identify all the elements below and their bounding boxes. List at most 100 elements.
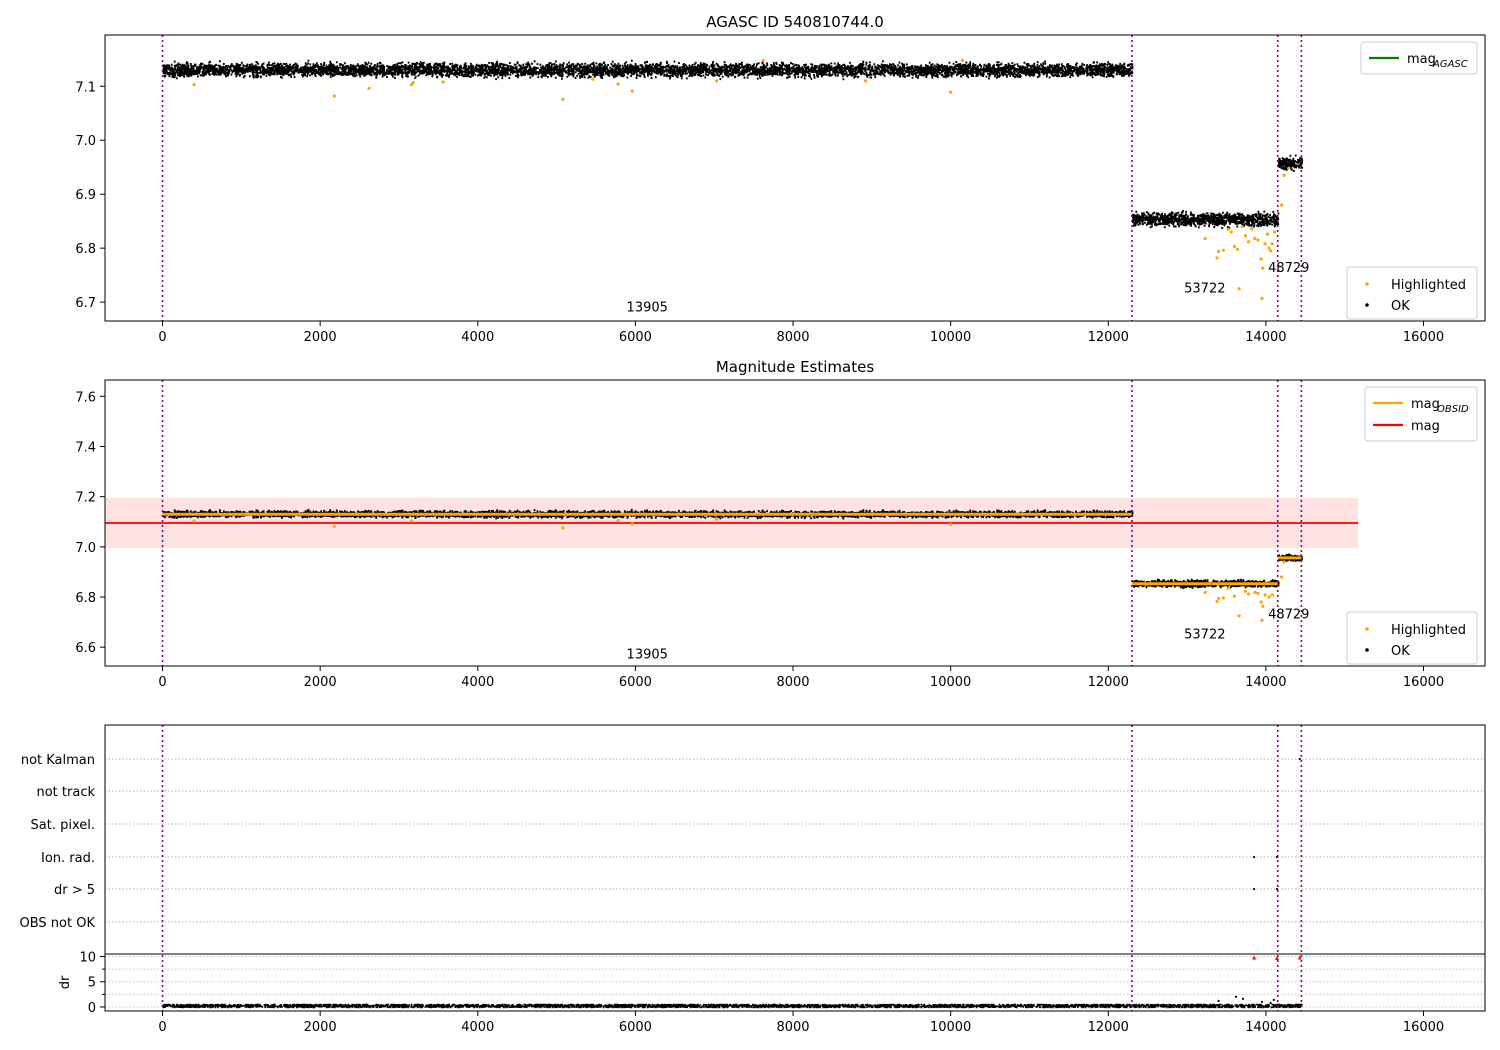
highlighted-point xyxy=(1261,266,1265,270)
legend-label: mag xyxy=(1411,419,1440,434)
x-tick-label: 8000 xyxy=(776,1020,809,1035)
highlighted-point xyxy=(714,517,719,521)
highlighted-point xyxy=(1235,247,1240,251)
highlighted-point xyxy=(1256,591,1260,595)
x-tick-label: 2000 xyxy=(304,1020,337,1035)
x-tick-label: 6000 xyxy=(619,330,652,345)
highlighted-point xyxy=(1217,596,1221,601)
y-tick-label: 6.6 xyxy=(75,641,96,656)
y-tick-label: 7.0 xyxy=(75,541,96,556)
y-tick-label: 7.2 xyxy=(75,491,96,506)
highlighted-point xyxy=(1267,595,1271,599)
highlighted-point xyxy=(616,519,620,523)
highlighted-point xyxy=(949,522,953,527)
x-tick-label: 2000 xyxy=(304,330,337,345)
flag-label: Sat. pixel. xyxy=(31,818,95,833)
x-tick-label: 12000 xyxy=(1088,1020,1129,1035)
flag-label: Ion. rad. xyxy=(41,851,95,866)
legend-marker-swatch xyxy=(1365,282,1369,286)
y-tick-label: 7.1 xyxy=(75,80,96,95)
y-tick-label: 0 xyxy=(88,1001,96,1016)
x-tick-label: 10000 xyxy=(930,675,971,690)
x-tick-label: 14000 xyxy=(1245,330,1286,345)
flag-label: not track xyxy=(36,785,95,800)
x-tick-label: 4000 xyxy=(461,330,494,345)
highlighted-point xyxy=(367,86,371,91)
highlighted-point xyxy=(1203,590,1207,595)
y-tick-label: 7.4 xyxy=(75,440,96,455)
highlighted-point xyxy=(1243,234,1248,238)
x-tick-label: 6000 xyxy=(619,675,652,690)
x-tick-label: 6000 xyxy=(619,1020,652,1035)
y-tick-label: 10 xyxy=(79,951,96,966)
x-tick-label: 14000 xyxy=(1245,675,1286,690)
highlighted-point xyxy=(761,58,765,62)
y-tick-label: 6.7 xyxy=(75,296,96,311)
x-tick-label: 16000 xyxy=(1403,330,1444,345)
y-tick-label: 7.0 xyxy=(75,134,96,149)
highlighted-point xyxy=(1282,560,1286,564)
highlighted-point xyxy=(863,79,868,83)
highlighted-point xyxy=(1215,256,1219,260)
highlighted-point xyxy=(1232,594,1236,598)
x-tick-label: 16000 xyxy=(1403,675,1444,690)
flag-point xyxy=(1275,887,1279,891)
highlighted-point xyxy=(1226,586,1230,590)
highlighted-point xyxy=(1270,593,1274,597)
legend-box xyxy=(1346,266,1478,320)
highlighted-point xyxy=(1240,224,1244,229)
highlighted-point xyxy=(949,90,953,94)
highlighted-point xyxy=(1263,242,1267,246)
highlighted-point xyxy=(591,77,595,81)
dr-point xyxy=(1241,997,1245,1000)
highlighted-point xyxy=(1246,240,1251,244)
flag-point xyxy=(1252,887,1256,891)
highlighted-point xyxy=(1229,230,1233,234)
highlighted-point xyxy=(1256,238,1260,242)
highlighted-point xyxy=(1267,246,1271,250)
legend-label: Highlighted xyxy=(1391,623,1466,638)
legend-label-subscript: AGASC xyxy=(1432,59,1468,70)
dr-point xyxy=(1260,1000,1264,1004)
x-tick-label: 10000 xyxy=(930,1020,971,1035)
highlighted-point xyxy=(1272,230,1277,234)
highlighted-point xyxy=(1203,236,1207,241)
highlighted-point xyxy=(1237,287,1241,291)
dr-axis-label: dr xyxy=(58,975,73,989)
x-tick-label: 14000 xyxy=(1245,1020,1286,1035)
x-tick-label: 0 xyxy=(158,1020,166,1035)
legend-label: mag xyxy=(1407,52,1436,67)
y-tick-label: 5 xyxy=(88,976,96,991)
highlighted-point xyxy=(714,79,719,83)
highlighted-point xyxy=(1280,203,1284,207)
legend-box xyxy=(1346,611,1478,665)
obsid-annotation: 48729 xyxy=(1268,261,1309,276)
dr-point xyxy=(1272,998,1275,1002)
y-tick-label: 6.9 xyxy=(75,188,96,203)
x-tick-label: 0 xyxy=(158,675,166,690)
legend-marker-swatch xyxy=(1365,627,1369,631)
highlighted-point xyxy=(1221,596,1225,600)
highlighted-point xyxy=(1221,248,1225,252)
highlighted-point xyxy=(1287,166,1291,170)
highlighted-point xyxy=(616,82,620,86)
highlighted-point xyxy=(630,89,634,93)
dr-point xyxy=(1269,1001,1272,1005)
dr-point xyxy=(1234,995,1238,998)
figure: AGASC ID 540810744.0 13905 53722 48729 6.7 6… xyxy=(0,0,1500,1050)
obsid-annotation: 13905 xyxy=(627,647,668,662)
flag-point xyxy=(1252,855,1256,859)
highlighted-point xyxy=(192,519,196,523)
highlighted-point xyxy=(1215,599,1219,604)
obsid-annotation: 13905 xyxy=(627,300,668,315)
highlighted-point xyxy=(192,83,196,87)
x-tick-label: 12000 xyxy=(1088,675,1129,690)
x-tick-label: 8000 xyxy=(776,675,809,690)
legend-marker-swatch xyxy=(1365,648,1369,652)
panel-title: AGASC ID 540810744.0 xyxy=(706,13,884,31)
highlighted-point xyxy=(1259,257,1263,261)
highlighted-point xyxy=(409,519,414,523)
legend-upper: magAGASC xyxy=(1360,41,1478,75)
flag-label: not Kalman xyxy=(21,753,95,768)
highlighted-point xyxy=(1260,618,1264,622)
